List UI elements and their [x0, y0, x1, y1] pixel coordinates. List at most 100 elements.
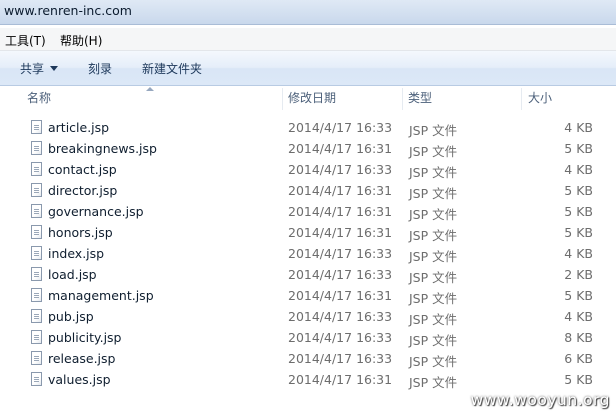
- burn-button[interactable]: 刻录: [88, 60, 112, 77]
- file-name: breakingnews.jsp: [48, 141, 157, 156]
- file-size: 5 KB: [564, 141, 593, 156]
- file-row[interactable]: honors.jsp 2014/4/17 16:31 JSP 文件 5 KB: [0, 223, 616, 244]
- file-type: JSP 文件: [409, 165, 458, 180]
- file-icon: [31, 246, 42, 260]
- file-icon: [31, 288, 42, 302]
- file-size: 2 KB: [564, 267, 593, 282]
- file-type: JSP 文件: [409, 354, 458, 369]
- file-date: 2014/4/17 16:33: [288, 120, 393, 135]
- address-url: www.renren-inc.com: [4, 3, 132, 18]
- file-icon: [31, 162, 42, 176]
- command-bar: 共享 刻录 新建文件夹: [0, 51, 616, 86]
- file-type: JSP 文件: [409, 375, 458, 390]
- file-date: 2014/4/17 16:31: [288, 204, 393, 219]
- file-size: 5 KB: [564, 225, 593, 240]
- file-icon: [31, 141, 42, 155]
- column-header-date[interactable]: 修改日期: [288, 86, 336, 110]
- file-date: 2014/4/17 16:31: [288, 183, 393, 198]
- file-type: JSP 文件: [409, 186, 458, 201]
- file-size: 4 KB: [564, 246, 593, 261]
- file-row[interactable]: pub.jsp 2014/4/17 16:33 JSP 文件 4 KB: [0, 307, 616, 328]
- file-type: JSP 文件: [409, 291, 458, 306]
- share-label: 共享: [20, 62, 45, 76]
- file-name: publicity.jsp: [48, 330, 122, 345]
- file-size: 4 KB: [564, 120, 593, 135]
- file-size: 8 KB: [564, 330, 593, 345]
- file-row[interactable]: values.jsp 2014/4/17 16:31 JSP 文件 5 KB: [0, 370, 616, 391]
- file-name: index.jsp: [48, 246, 105, 261]
- file-size: 4 KB: [564, 309, 593, 324]
- file-name: honors.jsp: [48, 225, 113, 240]
- file-date: 2014/4/17 16:33: [288, 246, 393, 261]
- file-type: JSP 文件: [409, 123, 458, 138]
- file-row[interactable]: load.jsp 2014/4/17 16:33 JSP 文件 2 KB: [0, 265, 616, 286]
- file-row[interactable]: director.jsp 2014/4/17 16:31 JSP 文件 5 KB: [0, 181, 616, 202]
- file-icon: [31, 351, 42, 365]
- file-icon: [31, 372, 42, 386]
- file-name: values.jsp: [48, 372, 111, 387]
- file-size: 5 KB: [564, 204, 593, 219]
- file-name: release.jsp: [48, 351, 116, 366]
- file-list: article.jsp 2014/4/17 16:33 JSP 文件 4 KB brea…: [0, 118, 616, 391]
- file-size: 5 KB: [564, 183, 593, 198]
- file-name: director.jsp: [48, 183, 118, 198]
- file-row[interactable]: breakingnews.jsp 2014/4/17 16:31 JSP 文件 5 K…: [0, 139, 616, 160]
- file-type: JSP 文件: [409, 270, 458, 285]
- file-row[interactable]: contact.jsp 2014/4/17 16:33 JSP 文件 4 KB: [0, 160, 616, 181]
- file-icon: [31, 309, 42, 323]
- sort-ascending-icon: [146, 87, 154, 91]
- file-type: JSP 文件: [409, 249, 458, 264]
- file-size: 5 KB: [564, 372, 593, 387]
- file-row[interactable]: release.jsp 2014/4/17 16:33 JSP 文件 6 KB: [0, 349, 616, 370]
- column-header-name[interactable]: 名称: [27, 86, 51, 110]
- file-date: 2014/4/17 16:33: [288, 330, 393, 345]
- file-type: JSP 文件: [409, 207, 458, 222]
- file-icon: [31, 330, 42, 344]
- watermark: www.wooyun.org: [470, 391, 610, 409]
- file-icon: [31, 225, 42, 239]
- share-button[interactable]: 共享: [20, 60, 59, 77]
- file-size: 5 KB: [564, 288, 593, 303]
- file-icon: [31, 267, 42, 281]
- address-bar[interactable]: www.renren-inc.com: [0, 0, 616, 25]
- file-date: 2014/4/17 16:31: [288, 141, 393, 156]
- file-icon: [31, 183, 42, 197]
- file-date: 2014/4/17 16:31: [288, 225, 393, 240]
- file-date: 2014/4/17 16:33: [288, 351, 393, 366]
- file-type: JSP 文件: [409, 333, 458, 348]
- column-divider[interactable]: [521, 88, 522, 110]
- file-date: 2014/4/17 16:33: [288, 267, 393, 282]
- file-date: 2014/4/17 16:31: [288, 288, 393, 303]
- file-name: management.jsp: [48, 288, 154, 303]
- file-row[interactable]: publicity.jsp 2014/4/17 16:33 JSP 文件 8 KB: [0, 328, 616, 349]
- file-row[interactable]: article.jsp 2014/4/17 16:33 JSP 文件 4 KB: [0, 118, 616, 139]
- file-name: article.jsp: [48, 120, 110, 135]
- file-icon: [31, 204, 42, 218]
- menu-bar: 工具(T) 帮助(H): [0, 28, 616, 51]
- file-type: JSP 文件: [409, 144, 458, 159]
- file-name: governance.jsp: [48, 204, 144, 219]
- file-date: 2014/4/17 16:33: [288, 162, 393, 177]
- file-row[interactable]: management.jsp 2014/4/17 16:31 JSP 文件 5 KB: [0, 286, 616, 307]
- file-row[interactable]: governance.jsp 2014/4/17 16:31 JSP 文件 5 KB: [0, 202, 616, 223]
- column-header-type[interactable]: 类型: [408, 86, 432, 110]
- file-size: 4 KB: [564, 162, 593, 177]
- column-divider[interactable]: [402, 88, 403, 110]
- menu-item-help[interactable]: 帮助(H): [60, 32, 102, 49]
- file-name: load.jsp: [48, 267, 97, 282]
- column-header-size[interactable]: 大小: [528, 86, 552, 110]
- column-divider[interactable]: [282, 88, 283, 110]
- file-size: 6 KB: [564, 351, 593, 366]
- menu-item-tools[interactable]: 工具(T): [5, 32, 46, 49]
- file-type: JSP 文件: [409, 312, 458, 327]
- column-header-row: 名称 修改日期 类型 大小: [0, 86, 616, 110]
- file-name: contact.jsp: [48, 162, 117, 177]
- file-date: 2014/4/17 16:33: [288, 309, 393, 324]
- file-date: 2014/4/17 16:31: [288, 372, 393, 387]
- file-row[interactable]: index.jsp 2014/4/17 16:33 JSP 文件 4 KB: [0, 244, 616, 265]
- new-folder-button[interactable]: 新建文件夹: [142, 60, 202, 77]
- file-icon: [31, 120, 42, 134]
- chevron-down-icon: [50, 66, 59, 71]
- file-name: pub.jsp: [48, 309, 94, 324]
- file-type: JSP 文件: [409, 228, 458, 243]
